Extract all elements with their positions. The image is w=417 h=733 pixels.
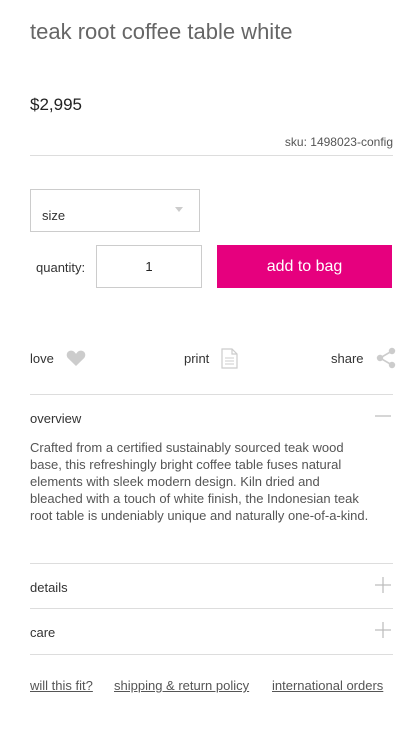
chevron-down-icon: [175, 207, 183, 212]
details-section-header[interactable]: details: [30, 564, 393, 608]
product-sku: sku: 1498023-config: [284, 135, 393, 149]
document-icon: [221, 347, 238, 369]
product-price: $2,995: [30, 95, 82, 114]
heart-icon: [66, 349, 86, 367]
print-action[interactable]: print: [184, 345, 238, 371]
will-this-fit-link[interactable]: will this fit?: [30, 678, 93, 693]
share-label: share: [331, 350, 364, 366]
care-section-header[interactable]: care: [30, 609, 393, 653]
quantity-label: quantity:: [36, 260, 86, 275]
overview-section-header[interactable]: overview: [30, 395, 393, 439]
love-label: love: [30, 350, 54, 366]
share-action[interactable]: share: [331, 345, 396, 371]
details-label: details: [30, 580, 68, 595]
overview-body: Crafted from a certified sustainably sou…: [30, 440, 369, 523]
quantity-input[interactable]: [96, 245, 202, 288]
shipping-return-policy-link[interactable]: shipping & return policy: [114, 678, 249, 693]
share-icon: [376, 347, 396, 369]
product-title: teak root coffee table white: [30, 19, 293, 44]
plus-icon: [375, 577, 391, 593]
overview-label: overview: [30, 411, 82, 426]
divider: [30, 654, 393, 655]
international-orders-link[interactable]: international orders: [272, 678, 383, 693]
size-select[interactable]: size: [30, 189, 200, 232]
print-label: print: [184, 350, 210, 366]
add-to-bag-button[interactable]: add to bag: [217, 245, 392, 288]
minus-icon: [375, 408, 391, 424]
plus-icon: [375, 622, 391, 638]
love-action[interactable]: love: [30, 345, 86, 371]
care-label: care: [30, 625, 56, 640]
divider: [30, 155, 393, 156]
size-select-label: size: [42, 208, 66, 223]
